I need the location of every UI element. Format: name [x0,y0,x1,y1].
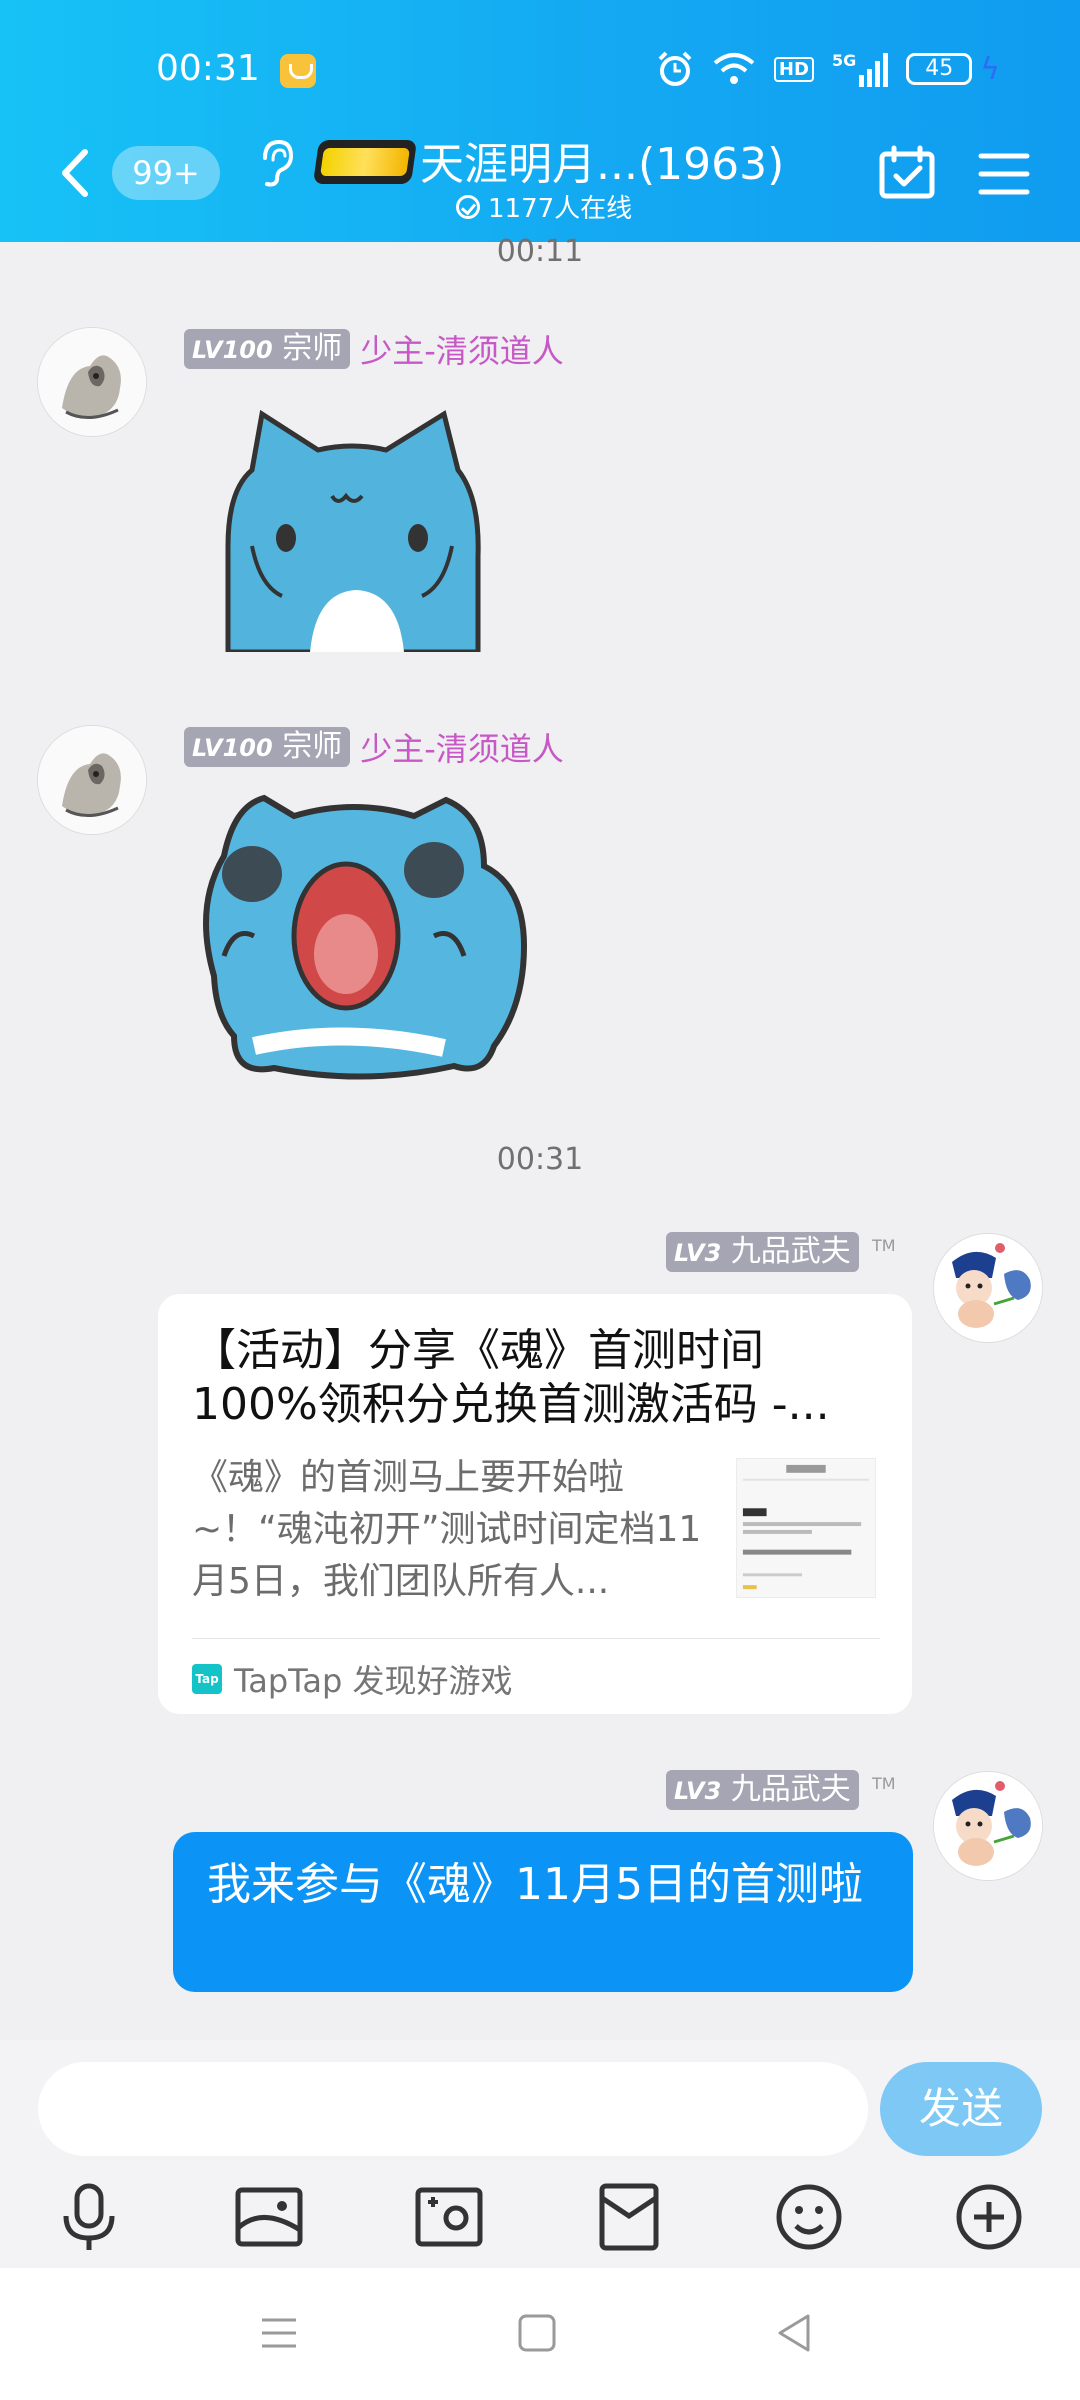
link-source-label: TapTap 发现好游戏 [234,1662,513,1700]
link-card-thumbnail [736,1458,876,1598]
camera-icon[interactable] [412,2180,486,2254]
home-icon[interactable] [512,2308,562,2358]
back-nav-icon[interactable] [770,2308,820,2358]
message-timestamp: 00:11 [496,234,584,269]
rank-label: 宗师 [282,331,343,366]
wolf-avatar-image [38,328,146,436]
back-button[interactable] [55,148,95,198]
level-value: LV3 [674,1239,722,1267]
status-time: 00:31 [156,48,260,89]
signal-icon: 5G [831,51,889,87]
send-button[interactable]: 发送 [880,2062,1042,2156]
add-more-icon[interactable] [952,2180,1026,2254]
trademark-mark: TM [872,1236,896,1255]
wolf-avatar-image [38,726,146,834]
emoji-icon[interactable] [772,2180,846,2254]
rank-label: 九品武夫 [730,1234,851,1269]
card-divider [192,1638,880,1639]
menu-icon[interactable] [978,152,1030,196]
system-navigation-bar [0,2268,1080,2400]
unread-count-badge[interactable]: 99+ [112,146,220,200]
sender-nickname[interactable]: 少主-清须道人 [360,724,564,770]
shared-link-card[interactable]: 【活动】分享《魂》首测时间100%领积分兑换首测激活码 -... 《魂》的首测马… [158,1294,912,1714]
battery-indicator: 45 [906,53,973,85]
level-badge: LV100 宗师 [184,727,351,767]
blue-cat-smile-sticker[interactable] [222,406,482,652]
sender-nickname[interactable]: 少主-清须道人 [360,326,564,372]
red-packet-icon[interactable] [592,2180,666,2254]
calendar-check-icon[interactable] [878,144,936,200]
level-badge: LV3 九品武夫 [666,1770,859,1810]
online-count: 1177人在线 [488,194,633,224]
input-panel: 发送 [0,2040,1080,2268]
trademark-mark: TM [872,1774,896,1793]
avatar[interactable] [38,726,146,834]
input-toolbar [0,2180,1080,2260]
level-value: LV3 [674,1777,722,1805]
avatar[interactable] [934,1772,1042,1880]
network-type: 5G [831,51,857,70]
sender-name-row: LV3 九品武夫 [666,1232,859,1272]
cartoon-avatar-image [934,1234,1042,1342]
level-badge: LV3 九品武夫 [666,1232,859,1272]
sender-name-row: LV3 九品武夫 [666,1770,859,1810]
rank-label: 宗师 [282,729,343,764]
link-card-title: 【活动】分享《魂》首测时间100%领积分兑换首测激活码 -... [192,1325,830,1430]
text-message-bubble[interactable]: 我来参与《魂》11月5日的首测啦 [173,1832,913,1992]
rank-label: 九品武夫 [730,1772,851,1807]
blue-cat-shout-sticker[interactable] [194,786,530,1080]
image-icon[interactable] [232,2180,306,2254]
check-circle-icon [456,194,480,219]
avatar[interactable] [934,1234,1042,1342]
message-timestamp: 00:31 [496,1142,584,1177]
level-value: LV100 [192,336,273,364]
sender-name-row: LV100 宗师 少主-清须道人 [184,724,564,770]
notification-app-icon [280,54,316,88]
alarm-icon [658,51,692,86]
avatar[interactable] [38,328,146,436]
message-input[interactable] [38,2062,868,2156]
charging-icon: ϟ [980,51,1000,87]
online-status: 1177人在线 [456,188,632,225]
taptap-logo-icon: Tap [192,1664,222,1694]
status-icons: HD 5G 45 ϟ [656,50,1000,88]
chat-header: 00:31 HD 5G 45 ϟ 99+ 天涯明月...(1963) 1177人… [0,0,1080,242]
microphone-icon[interactable] [52,2180,126,2254]
wifi-icon [713,53,755,84]
level-badge: LV100 宗师 [184,329,351,369]
ear-icon[interactable] [255,138,295,188]
level-value: LV100 [192,734,273,762]
link-card-description: 《魂》的首测马上要开始啦~！“魂沌初开”测试时间定档11月5日，我们团队所有人.… [192,1457,702,1602]
sender-name-row: LV100 宗师 少主-清须道人 [184,326,564,372]
group-title[interactable]: 天涯明月...(1963) [420,128,784,192]
group-logo [312,140,418,184]
hd-icon: HD [773,56,814,82]
link-source: Tap TapTap 发现好游戏 [192,1656,513,1702]
cartoon-avatar-image [934,1772,1042,1880]
recent-apps-icon[interactable] [254,2308,304,2358]
